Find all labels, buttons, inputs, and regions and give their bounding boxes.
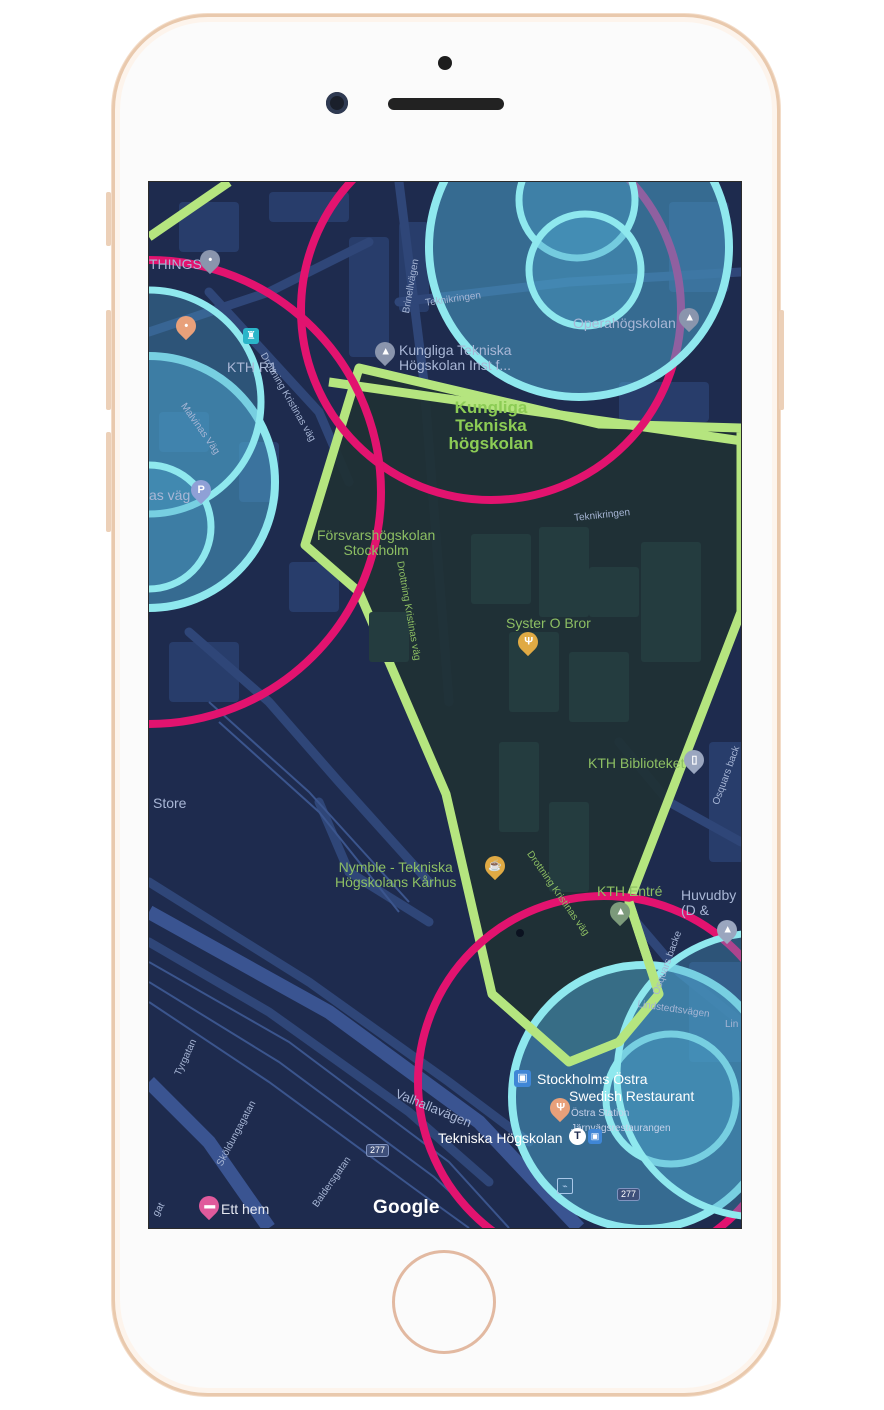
label-forsvars: Försvarshögskolan Stockholm xyxy=(317,528,435,558)
route-shield: 277 xyxy=(366,1144,390,1157)
label-kth-entre: KTH Entré xyxy=(597,883,663,899)
google-attribution: Google xyxy=(373,1197,440,1218)
map-view[interactable]: THINGS Brinellvägen Teknikringen Operahö… xyxy=(148,181,742,1229)
label-forsvars-1: Försvarshögskolan xyxy=(317,527,436,543)
label-malvinas-vag: as väg xyxy=(149,487,191,503)
label-nymble-1: Nymble - Tekniska xyxy=(338,859,453,875)
label-kth-area-1: Kungliga xyxy=(454,398,528,417)
label-swedish-restaurant: Swedish Restaurant xyxy=(569,1088,695,1104)
label-tekniska-hogskolan: Tekniska Högskolan xyxy=(438,1130,563,1146)
label-kth-area-3: högskolan xyxy=(448,434,534,453)
route-shield: 277 xyxy=(617,1188,641,1201)
home-button[interactable] xyxy=(392,1250,496,1354)
proximity-sensor xyxy=(438,56,452,70)
label-huvudby-1: Huvudby xyxy=(681,887,737,903)
label-kth-area: Kungliga Tekniska högskolan xyxy=(441,399,541,453)
label-store: Store xyxy=(153,795,187,811)
bike-icon[interactable]: ⌁ xyxy=(557,1178,573,1194)
metro-icon[interactable]: T xyxy=(569,1128,586,1145)
train-icon[interactable]: ▣ xyxy=(514,1070,531,1087)
current-location-dot xyxy=(516,929,524,937)
label-stockholms-ostra: Stockholms Östra xyxy=(537,1071,648,1087)
train-icon[interactable]: ▣ xyxy=(588,1129,602,1144)
front-camera xyxy=(326,92,348,114)
label-huvudby: Huvudby (D & xyxy=(681,888,736,918)
label-ostra-station-2: Järnvägsrestaurangen xyxy=(571,1123,671,1134)
castle-icon[interactable]: ♜ xyxy=(243,328,259,344)
earpiece-speaker xyxy=(388,98,504,110)
label-nymble: Nymble - Tekniska Högskolans Kårhus xyxy=(335,860,456,890)
volume-down-button xyxy=(106,432,111,532)
label-lin: Lin xyxy=(725,1019,739,1030)
volume-up-button xyxy=(106,310,111,410)
label-kth-inst-1: Kungliga Tekniska xyxy=(399,342,512,358)
label-kth-inst-2: Högskolan Inst f... xyxy=(399,357,512,373)
label-operahogskolan: Operahögskolan xyxy=(573,315,676,331)
label-ostra-station: Östra Station Järnvägsrestaurangen xyxy=(571,1106,671,1136)
label-kth-area-2: Tekniska xyxy=(455,416,527,435)
label-ostra-station-1: Östra Station xyxy=(571,1108,630,1119)
power-button xyxy=(779,310,784,410)
mute-switch xyxy=(106,192,111,246)
label-kth-biblioteket: KTH Biblioteket xyxy=(588,755,685,771)
map-canvas xyxy=(149,182,741,1228)
label-nymble-2: Högskolans Kårhus xyxy=(335,874,457,890)
label-ett-hem: Ett hem xyxy=(221,1201,270,1217)
label-syster-o-bror: Syster O Bror xyxy=(506,615,591,631)
label-things: THINGS xyxy=(149,256,202,272)
label-forsvars-2: Stockholm xyxy=(343,542,409,558)
label-huvudby-2: (D & xyxy=(681,902,709,918)
